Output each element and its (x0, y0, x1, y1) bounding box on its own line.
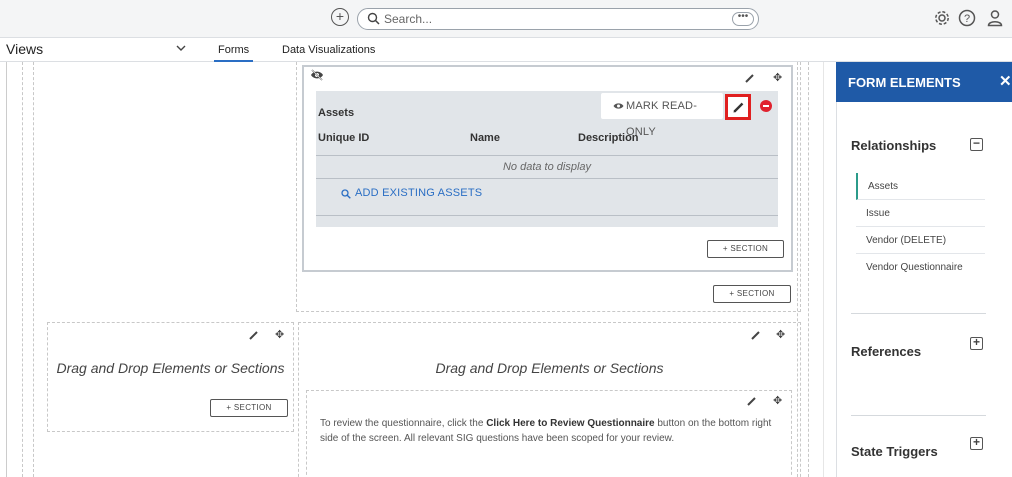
instructions-text: To review the questionnaire, click the C… (320, 418, 772, 444)
divider (316, 155, 778, 156)
divider (851, 415, 986, 416)
edit-assets-button[interactable] (725, 94, 751, 120)
svg-text:?: ? (964, 13, 970, 25)
column-guide-left (22, 62, 34, 477)
add-section-button[interactable]: + SECTION (713, 285, 791, 303)
relationship-item-vendor-questionnaire[interactable]: Vendor Questionnaire (856, 254, 985, 281)
add-circle-icon[interactable]: + (331, 8, 349, 26)
empty-table-message: No data to display (502, 161, 592, 173)
group-title-relationships[interactable]: Relationships (851, 138, 936, 153)
eye-icon (613, 103, 624, 109)
relationship-item-vendor-delete[interactable]: Vendor (DELETE) (856, 227, 985, 254)
expand-icon[interactable]: + (970, 436, 983, 450)
search-options-button[interactable]: ••• (732, 12, 754, 26)
mark-read-only-button[interactable]: MARK READ-ONLY (601, 93, 723, 138)
pencil-icon[interactable] (745, 74, 754, 83)
review-button-name: Click Here to Review Questionnaire (486, 418, 655, 429)
pencil-icon (733, 102, 744, 113)
pencil-icon[interactable] (747, 397, 756, 406)
search-icon (367, 12, 380, 25)
column-header-unique-id[interactable]: Unique ID (318, 132, 369, 144)
add-section-button[interactable]: + SECTION (210, 399, 288, 417)
canvas-scrollbar[interactable] (823, 62, 834, 477)
user-icon[interactable] (986, 9, 1004, 27)
collapse-icon[interactable]: − (970, 137, 983, 151)
gear-icon[interactable] (933, 9, 951, 27)
search-icon (341, 189, 351, 199)
drop-zone-text: Drag and Drop Elements or Sections (56, 360, 285, 376)
panel-title: FORM ELEMENTS (848, 75, 961, 90)
chevron-down-icon[interactable] (176, 45, 186, 52)
minus-circle-icon[interactable] (760, 100, 772, 112)
relationship-item-assets[interactable]: Assets (856, 173, 985, 200)
group-title-state-triggers[interactable]: State Triggers (851, 444, 938, 459)
top-bar: + ••• ? (0, 0, 1012, 38)
panel-header: FORM ELEMENTS ✕ (836, 62, 1012, 102)
divider (316, 178, 778, 179)
column-header-description[interactable]: Description (578, 132, 639, 144)
assets-title: Assets (318, 107, 355, 119)
pencil-icon[interactable] (249, 331, 258, 340)
mark-read-only-label: MARK READ-ONLY (626, 100, 698, 138)
column-header-name[interactable]: Name (470, 132, 500, 144)
search-box[interactable]: ••• (357, 8, 759, 30)
move-icon[interactable]: ✥ (773, 71, 782, 84)
divider (316, 215, 778, 216)
close-icon[interactable]: ✕ (999, 72, 1012, 90)
move-icon[interactable]: ✥ (773, 394, 782, 407)
relationship-item-issue[interactable]: Issue (856, 200, 985, 227)
add-existing-assets-link[interactable]: ADD EXISTING ASSETS (355, 187, 482, 199)
nav-bar: Views Forms Data Visualizations (0, 38, 1012, 63)
expand-icon[interactable]: + (970, 336, 983, 350)
move-icon[interactable]: ✥ (275, 328, 284, 341)
tab-data-visualizations[interactable]: Data Visualizations (282, 44, 375, 56)
eye-slash-icon[interactable] (310, 69, 324, 81)
group-title-references[interactable]: References (851, 344, 921, 359)
pencil-icon[interactable] (751, 331, 760, 340)
tab-forms[interactable]: Forms (213, 44, 254, 63)
help-icon[interactable]: ? (958, 9, 976, 27)
views-label[interactable]: Views (6, 41, 43, 57)
divider (851, 313, 986, 314)
drop-zone-text: Drag and Drop Elements or Sections (435, 360, 664, 376)
search-input[interactable] (384, 11, 714, 27)
add-section-button[interactable]: + SECTION (707, 240, 784, 258)
move-icon[interactable]: ✥ (776, 328, 785, 341)
